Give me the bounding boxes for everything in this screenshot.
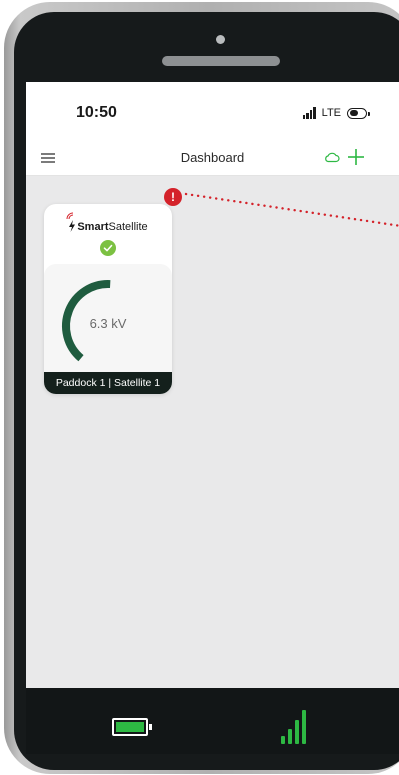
page-title: Dashboard — [180, 150, 245, 165]
brand-logo: SmartSatellite — [44, 220, 172, 233]
network-type: LTE — [321, 107, 341, 119]
cloud-icon[interactable] — [324, 151, 340, 163]
device-label: Paddock 1 | Satellite 1 — [44, 372, 172, 394]
gauge-panel: 6.3 kV — [44, 264, 172, 372]
lightning-bolt-icon — [69, 220, 76, 232]
app-frame: 10:50 LTE Dashboard SmartSatellite 6.3 k… — [0, 0, 399, 775]
front-camera — [216, 35, 225, 44]
battery-level-fill — [116, 722, 144, 732]
voltage-value: 6.3 kV — [89, 316, 127, 331]
top-nav-bar: Dashboard — [26, 140, 399, 176]
device-status-bar — [26, 688, 399, 754]
signal-strength-icon — [281, 708, 306, 744]
battery-status-icon — [347, 107, 370, 119]
brand-name-regular: Satellite — [108, 221, 148, 233]
alert-badge[interactable]: ! — [164, 188, 182, 206]
wireless-icon — [66, 212, 74, 220]
satellite-device-card[interactable]: SmartSatellite 6.3 kV Paddock 1 | Satell… — [44, 204, 172, 394]
brand-name-bold: Smart — [77, 221, 109, 233]
battery-full-icon — [112, 718, 152, 736]
phone-screen: 10:50 LTE Dashboard SmartSatellite 6.3 k… — [26, 82, 399, 688]
check-circle-icon — [100, 240, 116, 256]
status-time: 10:50 — [76, 104, 117, 121]
callout-dotted-line — [184, 192, 399, 227]
plus-icon[interactable] — [346, 147, 366, 167]
status-bar: 10:50 LTE — [26, 82, 399, 140]
earpiece-speaker — [162, 56, 280, 66]
status-indicators: LTE — [302, 106, 370, 120]
cellular-signal-icon — [302, 107, 316, 119]
